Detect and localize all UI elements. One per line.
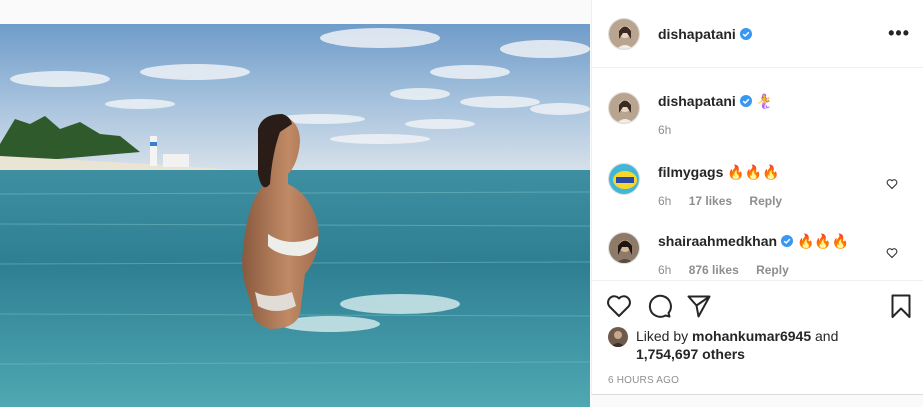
author-username[interactable]: dishapatani xyxy=(658,26,736,42)
likes-count[interactable]: 1,754,697 others xyxy=(636,346,745,362)
post-actions: Liked by mohankumar6945 and 1,754,697 ot… xyxy=(592,280,923,395)
comment-username[interactable]: shairaahmedkhan xyxy=(658,233,777,249)
comment-body: filmygags 🔥🔥🔥 6h 17 likes Reply xyxy=(658,163,796,210)
comment-likes[interactable]: 17 likes xyxy=(689,194,732,208)
comment-text: 🔥🔥🔥 xyxy=(796,233,850,249)
liked-by-text: Liked by mohankumar6945 and 1,754,697 ot… xyxy=(636,327,838,363)
liked-by: Liked by mohankumar6945 and 1,754,697 ot… xyxy=(592,327,923,363)
comment-time: 6h xyxy=(658,263,672,277)
comment-meta: 6h 876 likes Reply xyxy=(658,261,849,279)
comments-list: dishapatani 🧜‍♀️ 6h filmygags 🔥🔥🔥 6h 17 … xyxy=(592,68,923,280)
comment-time: 6h xyxy=(658,194,672,208)
bookmark-icon[interactable] xyxy=(888,293,914,319)
avatar[interactable] xyxy=(608,327,628,347)
verified-icon xyxy=(739,95,752,107)
post-header: dishapatani ••• xyxy=(592,0,923,68)
post-timestamp[interactable]: 6 HOURS AGO xyxy=(592,375,923,386)
comment-body: dishapatani 🧜‍♀️ 6h xyxy=(658,92,773,139)
liked-by-user[interactable]: mohankumar6945 xyxy=(692,328,811,344)
share-icon[interactable] xyxy=(686,293,712,319)
heart-icon[interactable] xyxy=(886,247,898,259)
comment-text: 🧜‍♀️ xyxy=(755,93,774,109)
list-item: dishapatani 🧜‍♀️ 6h xyxy=(608,92,908,139)
comment-username[interactable]: filmygags xyxy=(658,164,723,180)
post-side-panel: dishapatani ••• dishapatani 🧜‍♀️ 6h film… xyxy=(591,0,923,395)
more-icon[interactable]: ••• xyxy=(888,23,910,44)
comment-likes[interactable]: 876 likes xyxy=(689,263,739,277)
heart-icon[interactable] xyxy=(606,293,632,319)
list-item: shairaahmedkhan 🔥🔥🔥 6h 876 likes Reply xyxy=(608,232,908,279)
comment-icon[interactable] xyxy=(646,293,672,319)
verified-icon xyxy=(739,27,752,40)
heart-icon[interactable] xyxy=(886,178,898,190)
comment-time: 6h xyxy=(658,123,672,137)
comment-meta: 6h xyxy=(658,121,773,139)
liked-by-prefix: Liked by xyxy=(636,328,689,344)
comment-meta: 6h 17 likes Reply xyxy=(658,192,796,210)
reply-button[interactable]: Reply xyxy=(756,263,789,277)
comment-body: shairaahmedkhan 🔥🔥🔥 6h 876 likes Reply xyxy=(658,232,849,279)
list-item: filmygags 🔥🔥🔥 6h 17 likes Reply xyxy=(608,163,908,210)
reply-button[interactable]: Reply xyxy=(749,194,782,208)
comment-username[interactable]: dishapatani xyxy=(658,93,736,109)
avatar[interactable] xyxy=(608,92,640,124)
avatar[interactable] xyxy=(608,163,640,195)
avatar[interactable] xyxy=(608,232,640,264)
liked-by-and: and xyxy=(815,328,839,344)
post-photo[interactable] xyxy=(0,24,590,407)
action-icons xyxy=(592,281,923,329)
comment-text: 🔥🔥🔥 xyxy=(727,164,780,180)
author-avatar[interactable] xyxy=(608,17,640,50)
verified-icon xyxy=(781,235,794,247)
